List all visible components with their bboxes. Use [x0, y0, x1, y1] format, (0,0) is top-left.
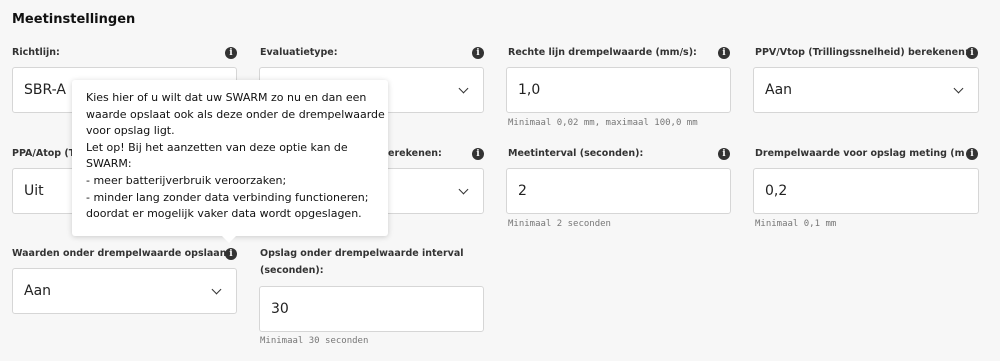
opslag-interval-label-line1: Opslag onder drempelwaarde interval — [260, 248, 464, 259]
waarden-onder-label: Waarden onder drempelwaarde opslaan: — [12, 248, 231, 259]
waarden-onder-select[interactable]: Aan — [12, 268, 237, 314]
richtlijn-label: Richtlijn: — [12, 47, 60, 58]
meetinterval-hint: Minimaal 2 seconden — [508, 219, 611, 229]
info-icon[interactable]: i — [966, 148, 978, 160]
tooltip-line: - meer batterijverbruik veroorzaken; — [86, 173, 287, 187]
chevron-down-icon — [211, 284, 222, 295]
ppv-vtop-label: PPV/Vtop (Trillingssnelheid) berekenen: — [755, 47, 969, 58]
tooltip-line: SWARM: — [86, 157, 132, 171]
ppv-vtop-select[interactable]: Aan — [753, 67, 979, 113]
drempel-opslag-value: 0,2 — [765, 183, 788, 199]
ppa-atop-label: PPA/Atop (T — [12, 148, 76, 159]
opslag-interval-label-line2: (seconden): — [260, 265, 324, 276]
rechte-lijn-hint: Minimaal 0,02 mm, maximaal 100,0 mm — [508, 118, 698, 128]
info-icon[interactable]: i — [472, 47, 484, 59]
waarden-onder-value: Aan — [24, 283, 52, 299]
tooltip-line: Kies hier of u wilt dat uw SWARM zo nu e… — [86, 91, 367, 104]
chevron-down-icon — [458, 184, 469, 195]
info-icon[interactable]: i — [225, 248, 237, 260]
opslag-interval-input[interactable]: 30 — [259, 286, 484, 332]
opslag-interval-value: 30 — [271, 301, 289, 317]
info-icon[interactable]: i — [225, 47, 237, 59]
info-tooltip: Kies hier of u wilt dat uw SWARM zo nu e… — [72, 80, 388, 236]
drempel-opslag-input[interactable]: 0,2 — [753, 168, 979, 214]
info-icon[interactable]: i — [966, 47, 978, 59]
meetinterval-label: Meetinterval (seconden): — [508, 148, 644, 159]
evaluatietype-label: Evaluatietype: — [260, 47, 338, 58]
info-icon[interactable]: i — [718, 47, 730, 59]
info-icon[interactable]: i — [472, 148, 484, 160]
ppv-vtop-value: Aan — [765, 82, 793, 98]
tooltip-line: Let op! Bij het aanzetten van deze optie… — [86, 140, 348, 154]
tooltip-line: doordat er mogelijk vaker data wordt opg… — [86, 207, 362, 221]
tooltip-line: - minder lang zonder data verbinding fun… — [86, 190, 369, 204]
rechte-lijn-label: Rechte lijn drempelwaarde (mm/s): — [508, 47, 697, 58]
ppa-atop-value: Uit — [24, 183, 44, 199]
meetinterval-value: 2 — [518, 183, 527, 199]
info-icon[interactable]: i — [718, 148, 730, 160]
meetinterval-input[interactable]: 2 — [506, 168, 731, 214]
richtlijn-value: SBR-A — [24, 82, 66, 98]
section-title: Meetinstellingen — [12, 12, 136, 27]
tooltip-line: voor opslag ligt. — [86, 124, 175, 138]
drempel-opslag-hint: Minimaal 0,1 mm — [755, 219, 837, 229]
second-row-select-label: erekenen: — [388, 148, 442, 159]
tooltip-arrow — [222, 236, 236, 243]
opslag-interval-hint: Minimaal 30 seconden — [260, 336, 369, 346]
tooltip-line: waarde opslaat ook als deze onder de dre… — [86, 107, 385, 121]
chevron-down-icon — [953, 83, 964, 94]
rechte-lijn-value: 1,0 — [518, 82, 541, 98]
rechte-lijn-input[interactable]: 1,0 — [506, 67, 731, 113]
drempel-opslag-label: Drempelwaarde voor opslag meting (mm/s — [755, 148, 965, 159]
chevron-down-icon — [458, 83, 469, 94]
